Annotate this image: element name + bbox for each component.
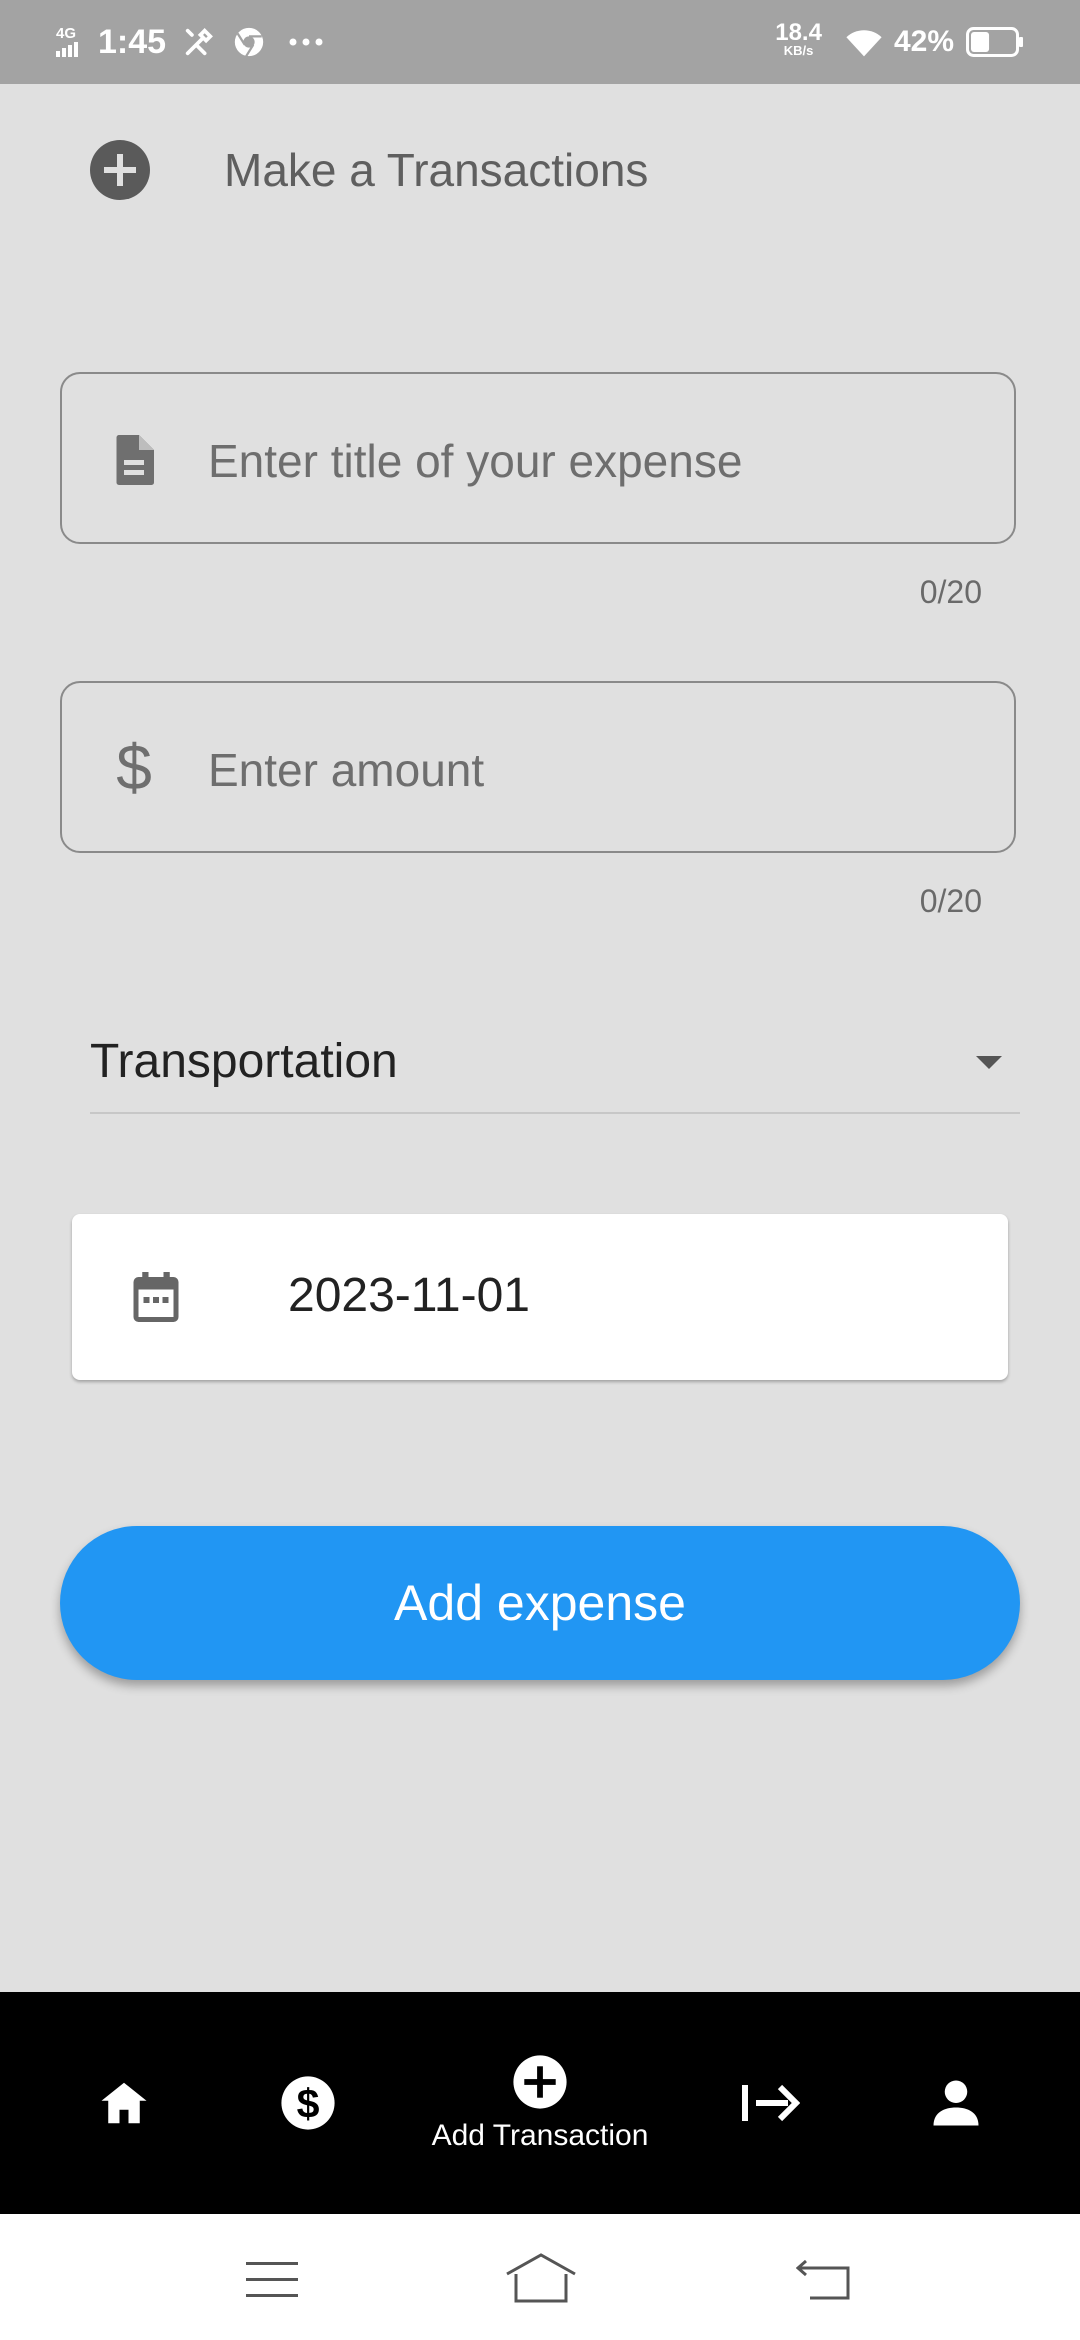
home-icon [101, 2082, 147, 2124]
nav-item-add-transaction[interactable]: Add Transaction [400, 1992, 680, 2214]
svg-text:$: $ [116, 737, 152, 801]
dropdown-caret-icon [976, 1056, 1002, 1069]
chrome-icon [234, 27, 264, 57]
calendar-icon [133, 1272, 179, 1322]
status-bar-left: 4G 1:45 [56, 0, 324, 84]
nav-item-transactions[interactable]: $ [268, 1992, 348, 2214]
title-char-counter: 0/20 [919, 574, 982, 610]
nav-item-profile[interactable] [916, 1992, 996, 2214]
battery-icon [966, 27, 1023, 57]
speed-value: 18.4 [775, 19, 822, 46]
network-type-label: 4G [56, 25, 77, 42]
network-speed: 18.4 KB/s [775, 19, 822, 60]
system-nav-bar [0, 2214, 1080, 2340]
person-icon [933, 2080, 979, 2126]
category-dropdown[interactable]: Transportation [90, 1024, 1020, 1114]
page-title: Make a Transactions [224, 144, 649, 196]
amount-input[interactable] [206, 723, 990, 817]
amount-char-counter: 0/20 [919, 883, 982, 919]
expense-title-field[interactable] [60, 372, 1016, 544]
add-circle-icon [90, 140, 150, 200]
dollar-circle-icon: $ [281, 2076, 335, 2130]
more-icon [289, 38, 323, 46]
selected-date: 2023-11-01 [288, 1269, 530, 1322]
page-header: Make a Transactions [88, 138, 648, 202]
expense-title-input[interactable] [206, 414, 990, 508]
nav-label-add-transaction: Add Transaction [431, 2119, 649, 2152]
status-bar: 4G 1:45 18.4 KB/s 42% [0, 0, 1080, 84]
clock: 1:45 [98, 22, 167, 61]
back-icon[interactable] [796, 2258, 852, 2300]
date-picker-card[interactable]: 2023-11-01 [72, 1214, 1008, 1380]
wifi-icon [846, 30, 882, 57]
add-expense-button[interactable]: Add expense [60, 1526, 1020, 1680]
bottom-nav: $ Add Transaction [0, 1992, 1080, 2214]
svg-text:$: $ [297, 2081, 320, 2127]
amount-field[interactable]: $ [60, 681, 1016, 853]
nav-item-logout[interactable] [730, 1992, 810, 2214]
dollar-icon: $ [116, 737, 152, 801]
document-icon [116, 435, 154, 485]
battery-percent: 42% [893, 25, 954, 58]
network-type: 4G [56, 25, 86, 57]
menu-icon[interactable] [244, 2260, 300, 2300]
nav-item-home[interactable] [84, 1992, 164, 2214]
status-bar-right: 18.4 KB/s 42% [775, 0, 1024, 84]
logout-icon [742, 2084, 800, 2122]
tools-icon [185, 28, 214, 56]
home-outline-icon[interactable] [504, 2252, 578, 2304]
add-circle-icon [513, 2055, 567, 2109]
category-selected: Transportation [90, 1035, 398, 1088]
signal-icon [56, 42, 78, 57]
